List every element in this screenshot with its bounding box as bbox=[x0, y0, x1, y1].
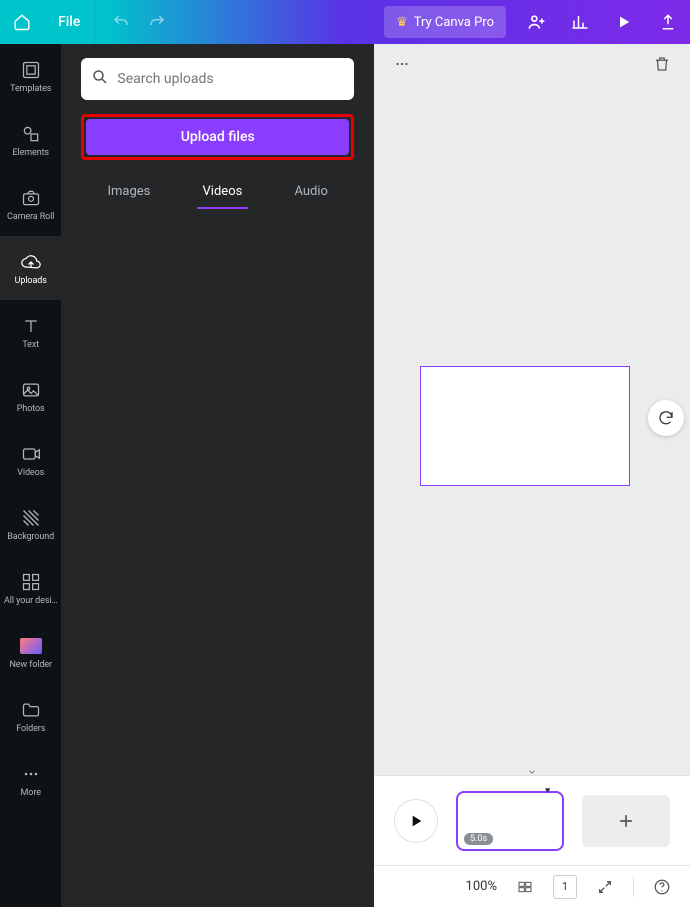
rail-new-folder[interactable]: New folder bbox=[0, 620, 61, 684]
more-icon bbox=[19, 762, 43, 786]
help-button[interactable] bbox=[650, 875, 674, 899]
undo-button[interactable] bbox=[103, 4, 139, 40]
elements-icon bbox=[19, 122, 43, 146]
templates-icon bbox=[19, 58, 43, 82]
upload-icon bbox=[19, 250, 43, 274]
page-count[interactable]: 1 bbox=[553, 875, 577, 899]
chevron-down-icon bbox=[525, 767, 539, 777]
rail-label: Text bbox=[22, 340, 39, 350]
invite-button[interactable] bbox=[514, 0, 558, 44]
trash-icon bbox=[653, 55, 671, 73]
invite-icon bbox=[526, 12, 546, 32]
insights-button[interactable] bbox=[558, 0, 602, 44]
upload-tabs: Images Videos Audio bbox=[81, 176, 354, 207]
grid-view-button[interactable] bbox=[513, 875, 537, 899]
rail-label: Folders bbox=[16, 724, 45, 734]
undo-icon bbox=[112, 13, 130, 31]
rail-label: New folder bbox=[9, 660, 52, 670]
canvas-area: ♥ 5.0s 100% 1 bbox=[374, 44, 690, 907]
add-page-button[interactable] bbox=[582, 795, 670, 847]
rail-all-designs[interactable]: All your desi… bbox=[0, 556, 61, 620]
share-button[interactable] bbox=[646, 0, 690, 44]
grid-icon bbox=[19, 570, 43, 594]
rail-folders[interactable]: Folders bbox=[0, 684, 61, 748]
plus-icon bbox=[616, 811, 636, 831]
more-icon bbox=[393, 55, 411, 73]
folder-icon bbox=[19, 698, 43, 722]
tab-videos[interactable]: Videos bbox=[203, 176, 243, 207]
rail-label: All your desi… bbox=[4, 596, 57, 606]
text-icon bbox=[19, 314, 43, 338]
chart-icon bbox=[571, 13, 589, 31]
search-container bbox=[81, 58, 354, 100]
present-button[interactable] bbox=[602, 0, 646, 44]
grid-icon bbox=[517, 879, 533, 895]
rail-more[interactable]: More bbox=[0, 748, 61, 812]
page-options-button[interactable] bbox=[388, 50, 416, 78]
rail-label: Elements bbox=[12, 148, 49, 158]
fullscreen-button[interactable] bbox=[593, 875, 617, 899]
try-pro-label: Try Canva Pro bbox=[414, 15, 494, 30]
rail-videos[interactable]: Videos bbox=[0, 428, 61, 492]
tab-audio[interactable]: Audio bbox=[294, 176, 327, 207]
top-bar: File ♛ Try Canva Pro bbox=[0, 0, 690, 44]
file-menu[interactable]: File bbox=[44, 0, 94, 44]
rail-label: More bbox=[21, 788, 41, 798]
clip-duration: 5.0s bbox=[464, 833, 493, 845]
rail-label: Templates bbox=[10, 84, 51, 94]
home-button[interactable] bbox=[0, 0, 44, 44]
sparkle-refresh-icon bbox=[657, 409, 675, 427]
play-icon bbox=[408, 813, 424, 829]
rail-label: Camera Roll bbox=[7, 212, 54, 222]
search-icon bbox=[91, 68, 109, 90]
canvas-stage[interactable] bbox=[374, 84, 690, 775]
expand-icon bbox=[597, 879, 613, 895]
page-frame[interactable] bbox=[420, 366, 630, 486]
home-icon bbox=[13, 13, 31, 31]
separator bbox=[633, 877, 634, 897]
rail-camera-roll[interactable]: Camera Roll bbox=[0, 172, 61, 236]
video-icon bbox=[19, 442, 43, 466]
rail-label: Background bbox=[7, 532, 54, 542]
rail-background[interactable]: Background bbox=[0, 492, 61, 556]
rail-label: Photos bbox=[17, 404, 45, 414]
timeline: ♥ 5.0s bbox=[374, 775, 690, 865]
redo-icon bbox=[148, 13, 166, 31]
zoom-level[interactable]: 100% bbox=[466, 879, 497, 894]
upload-highlight: Upload files bbox=[81, 114, 354, 160]
help-icon bbox=[653, 878, 671, 896]
photo-icon bbox=[19, 378, 43, 402]
rail-elements[interactable]: Elements bbox=[0, 108, 61, 172]
side-rail: Templates Elements Camera Roll Uploads T… bbox=[0, 44, 61, 907]
rail-photos[interactable]: Photos bbox=[0, 364, 61, 428]
crown-icon: ♛ bbox=[396, 15, 408, 30]
marker-icon: ♥ bbox=[545, 785, 550, 796]
upload-files-button[interactable]: Upload files bbox=[86, 119, 349, 155]
search-input[interactable] bbox=[117, 71, 344, 87]
rail-text[interactable]: Text bbox=[0, 300, 61, 364]
folder-thumb-icon bbox=[19, 634, 43, 658]
rail-label: Videos bbox=[17, 468, 44, 478]
delete-page-button[interactable] bbox=[648, 50, 676, 78]
camera-icon bbox=[19, 186, 43, 210]
play-icon bbox=[616, 14, 632, 30]
try-pro-button[interactable]: ♛ Try Canva Pro bbox=[384, 6, 506, 38]
rail-label: Uploads bbox=[15, 276, 47, 286]
bottom-bar: 100% 1 bbox=[374, 865, 690, 907]
tab-images[interactable]: Images bbox=[107, 176, 150, 207]
play-timeline-button[interactable] bbox=[394, 799, 438, 843]
background-icon bbox=[19, 506, 43, 530]
uploads-panel: Upload files Images Videos Audio bbox=[61, 44, 374, 907]
regenerate-button[interactable] bbox=[648, 400, 684, 436]
redo-button[interactable] bbox=[139, 4, 175, 40]
rail-templates[interactable]: Templates bbox=[0, 44, 61, 108]
share-icon bbox=[659, 13, 677, 31]
timeline-clip[interactable]: ♥ 5.0s bbox=[456, 791, 564, 851]
rail-uploads[interactable]: Uploads bbox=[0, 236, 61, 300]
timeline-toggle[interactable] bbox=[520, 766, 544, 778]
